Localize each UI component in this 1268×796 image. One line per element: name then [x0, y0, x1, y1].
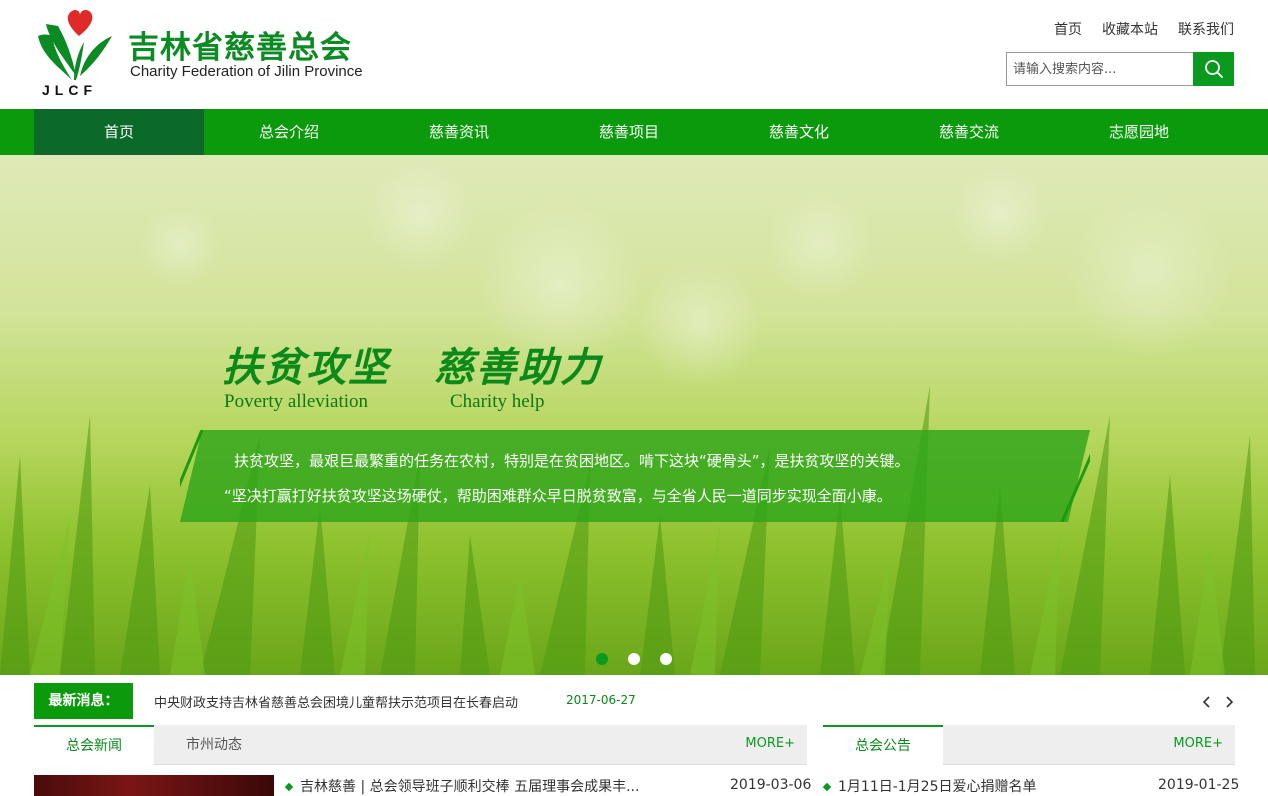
- banner-line-2: “坚决打赢打好扶贫攻坚这场硬仗，帮助困难群众早日脱贫致富，与全省人民一道同步实现…: [224, 487, 892, 505]
- nav-item-news[interactable]: 慈善资讯: [374, 109, 544, 155]
- slider-dot-2[interactable]: [628, 653, 640, 665]
- slogan-cn-1: 扶贫攻坚: [222, 344, 390, 391]
- tab-announcements[interactable]: 总会公告: [823, 725, 943, 765]
- diamond-bullet-icon: [822, 782, 832, 792]
- ticker-date: 2017-06-27: [566, 693, 636, 707]
- top-link-home[interactable]: 首页: [1054, 19, 1082, 39]
- slogan-en-1: Poverty alleviation: [224, 391, 369, 412]
- news-tabbar: 总会新闻 市州动态 MORE+: [34, 725, 807, 765]
- news-item-title: 吉林慈善 | 总会领导班子顺利交棒 五届理事会成果丰...: [300, 779, 640, 795]
- brand-name-cn: 吉林省慈善总会: [128, 30, 352, 66]
- grass-background: [0, 385, 1255, 675]
- hero-banner[interactable]: 扶贫攻坚 慈善助力 Poverty alleviation Charity hel…: [0, 155, 1268, 675]
- slider-dot-1[interactable]: [596, 653, 608, 665]
- news-thumbnail[interactable]: [34, 775, 274, 796]
- chevron-left-icon[interactable]: [1200, 695, 1214, 709]
- news-list-item[interactable]: 吉林慈善 | 总会领导班子顺利交棒 五届理事会成果丰...: [284, 776, 640, 796]
- search-input[interactable]: [1006, 52, 1193, 86]
- news-ticker: 最新消息： 中央财政支持吉林省慈善总会困境儿童帮扶示范项目在长春启动 2017-…: [34, 683, 1234, 719]
- notice-tabbar: 总会公告 MORE+: [823, 725, 1235, 765]
- nav-item-home[interactable]: 首页: [34, 109, 204, 155]
- notice-more-link[interactable]: MORE+: [1173, 736, 1223, 751]
- search-icon: [1204, 60, 1223, 78]
- logo-text: JLCF: [42, 82, 97, 98]
- news-item-date: 2019-03-06: [730, 777, 812, 793]
- nav-item-culture[interactable]: 慈善文化: [714, 109, 884, 155]
- slider-dot-3[interactable]: [660, 653, 672, 665]
- chevron-right-icon[interactable]: [1222, 695, 1236, 709]
- tab-city-news[interactable]: 市州动态: [154, 725, 274, 765]
- ticker-headline[interactable]: 中央财政支持吉林省慈善总会困境儿童帮扶示范项目在长春启动: [154, 692, 518, 711]
- notice-list-item[interactable]: 1月11日-1月25日爱心捐赠名单: [822, 776, 1037, 796]
- top-links: 首页 收藏本站 联系我们: [1054, 19, 1234, 39]
- nav-item-exchange[interactable]: 慈善交流: [884, 109, 1054, 155]
- slider-dots: [596, 653, 672, 665]
- slogan-en-2: Charity help: [450, 391, 545, 412]
- search-button[interactable]: [1193, 52, 1234, 86]
- nav-item-about[interactable]: 总会介绍: [204, 109, 374, 155]
- banner-slogan: 扶贫攻坚 慈善助力 Poverty alleviation Charity hel…: [222, 335, 602, 412]
- banner-ribbon: [180, 430, 1090, 522]
- search-box: [1006, 52, 1234, 86]
- notice-item-title: 1月11日-1月25日爱心捐赠名单: [838, 779, 1037, 795]
- news-more-link[interactable]: MORE+: [745, 736, 795, 751]
- top-link-contact[interactable]: 联系我们: [1178, 19, 1234, 39]
- site-header: JLCF 吉林省慈善总会 Charity Federation of Jilin…: [0, 0, 1268, 109]
- main-nav: 首页 总会介绍 慈善资讯 慈善项目 慈善文化 慈善交流 志愿园地: [0, 109, 1268, 155]
- top-link-bookmark[interactable]: 收藏本站: [1102, 19, 1158, 39]
- slogan-cn-2: 慈善助力: [434, 344, 602, 391]
- jlcf-logo[interactable]: JLCF: [32, 6, 122, 100]
- brand-name-en: Charity Federation of Jilin Province: [130, 63, 363, 80]
- nav-item-projects[interactable]: 慈善项目: [544, 109, 714, 155]
- banner-line-1: 扶贫攻坚，最艰巨最繁重的任务在农村，特别是在贫困地区。啃下这块“硬骨头”，是扶贫…: [234, 452, 910, 470]
- ticker-label: 最新消息：: [34, 683, 133, 719]
- heart-icon: [67, 9, 93, 36]
- nav-item-volunteer[interactable]: 志愿园地: [1054, 109, 1224, 155]
- tab-general-news[interactable]: 总会新闻: [34, 725, 154, 765]
- diamond-bullet-icon: [284, 782, 294, 792]
- notice-item-date: 2019-01-25: [1158, 777, 1240, 793]
